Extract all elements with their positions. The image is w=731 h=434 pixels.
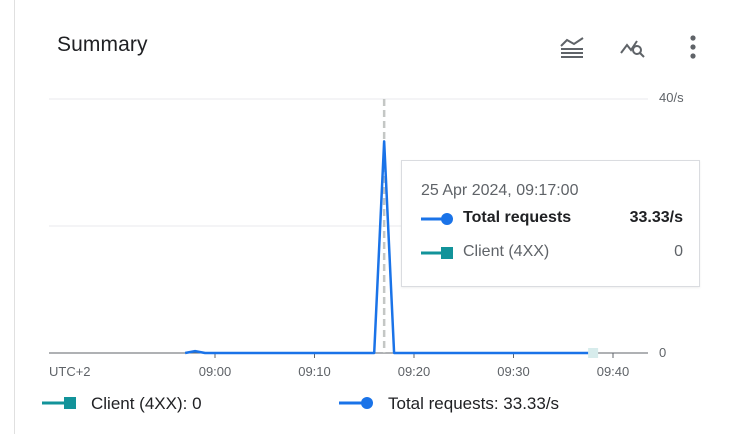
legend-text: Total requests: 33.33/s bbox=[388, 394, 560, 413]
x-tick-label: 09:20 bbox=[398, 364, 431, 379]
tooltip-row-total-requests: Total requests 33.33/s bbox=[421, 208, 683, 230]
tooltip-series-value: 33.33/s bbox=[629, 209, 683, 226]
tooltip-series-value: 0 bbox=[674, 243, 683, 260]
x-tick-label: 09:40 bbox=[597, 364, 630, 379]
tooltip-series-label: Total requests bbox=[463, 209, 572, 226]
y-tick-label-top: 40/s bbox=[659, 90, 684, 105]
x-tick-label: 09:30 bbox=[497, 364, 530, 379]
client-4xx-legend-icon bbox=[42, 397, 76, 409]
total-requests-legend-icon bbox=[339, 397, 373, 409]
hover-tooltip: 25 Apr 2024, 09:17:00 Total requests 33.… bbox=[401, 160, 700, 287]
total-requests-marker-icon bbox=[421, 213, 453, 225]
timezone-label: UTC+2 bbox=[49, 364, 91, 379]
tooltip-time: 25 Apr 2024, 09:17:00 bbox=[421, 182, 579, 199]
x-tick-label: 09:10 bbox=[298, 364, 331, 379]
series-point-client-4xx- bbox=[588, 348, 599, 358]
tooltip-row-client-4xx: Client (4XX) 0 bbox=[421, 242, 683, 264]
client-4xx-marker-icon bbox=[421, 247, 453, 259]
tooltip-series-label: Client (4XX) bbox=[463, 243, 550, 260]
x-tick-label: 09:00 bbox=[199, 364, 232, 379]
y-tick-label-zero: 0 bbox=[659, 345, 666, 360]
legend-text: Client (4XX): 0 bbox=[91, 394, 202, 413]
